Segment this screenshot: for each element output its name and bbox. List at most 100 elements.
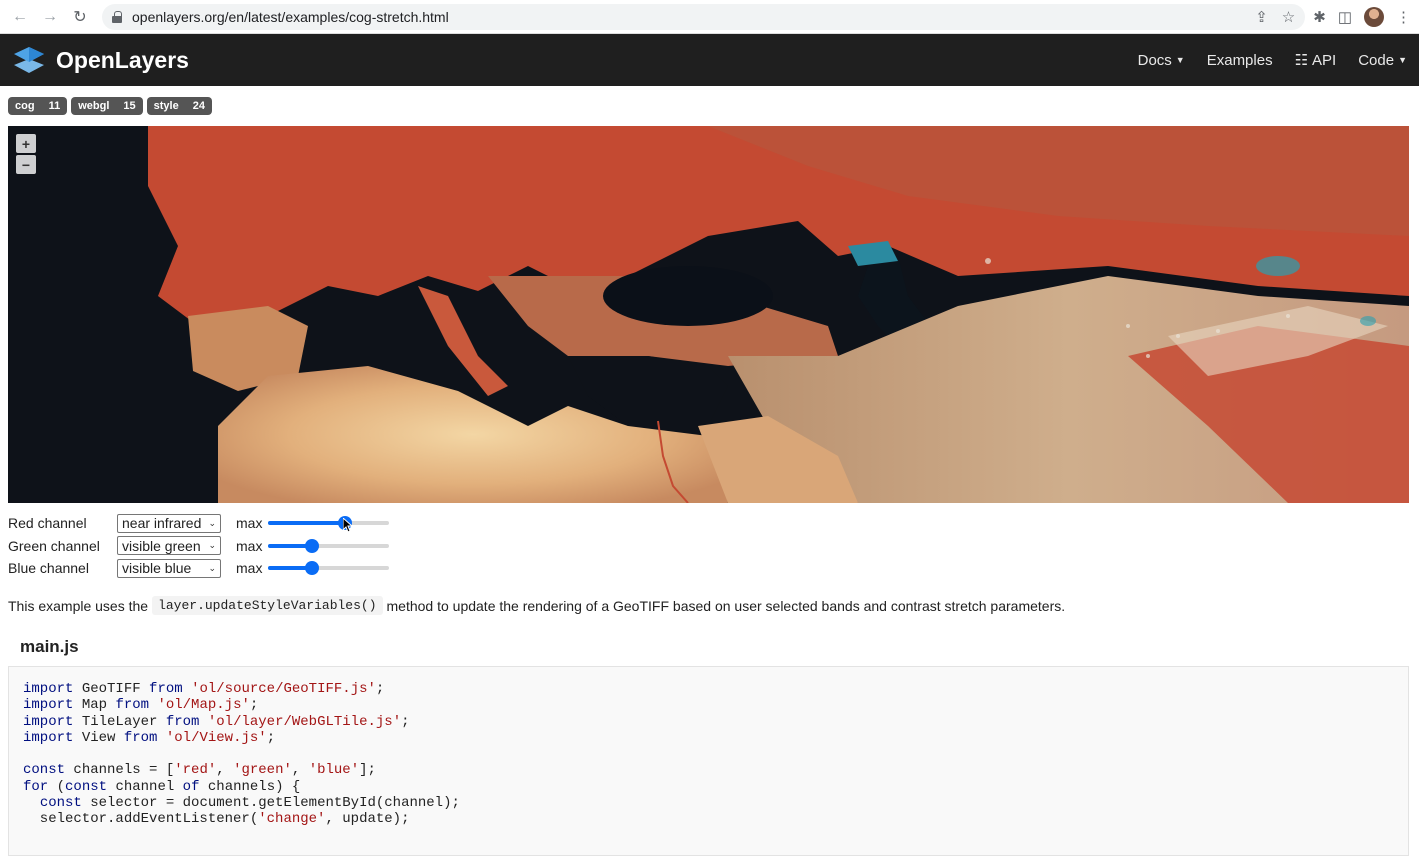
- tag-style[interactable]: style 24: [146, 97, 212, 115]
- mouse-cursor-icon: [343, 518, 353, 533]
- map-viewport[interactable]: + −: [8, 126, 1409, 503]
- lock-icon: [112, 10, 122, 23]
- code-line: import GeoTIFF from 'ol/source/GeoTIFF.j…: [23, 681, 1394, 697]
- blue-channel-select[interactable]: visible blue ⌄: [117, 558, 221, 578]
- code-keyword: from: [115, 697, 150, 714]
- green-max-slider[interactable]: [268, 538, 389, 554]
- code-text: , update);: [325, 811, 410, 828]
- blue-channel-row: Blue channel visible blue ⌄ max: [8, 557, 389, 580]
- code-keyword: from: [149, 681, 183, 697]
- code-string: 'red': [174, 762, 217, 779]
- blue-channel-label: Blue channel: [8, 560, 89, 577]
- browser-toolbar: ← → ↻ openlayers.org/en/latest/examples/…: [0, 0, 1419, 34]
- code-text: channels = [: [65, 762, 175, 779]
- code-keyword: import: [23, 681, 74, 697]
- code-text: ];: [359, 762, 376, 779]
- red-max-slider[interactable]: [268, 515, 389, 531]
- green-channel-select[interactable]: visible green ⌄: [117, 536, 221, 556]
- caret-down-icon: ▼: [1398, 55, 1407, 65]
- tag-count: 11: [48, 100, 61, 112]
- code-text: (: [48, 778, 66, 795]
- code-filename: main.js: [20, 637, 79, 656]
- code-line: const channels = ['red', 'green', 'blue'…: [23, 762, 1394, 778]
- forward-icon[interactable]: →: [38, 5, 62, 29]
- select-value: near infrared: [122, 515, 202, 532]
- blue-max-slider[interactable]: [268, 560, 389, 576]
- code-keyword: from: [165, 713, 200, 730]
- code-text: View: [73, 729, 124, 746]
- red-channel-row: Red channel near infrared ⌄ max: [8, 512, 389, 535]
- nav-api-label: API: [1312, 51, 1337, 69]
- tag-webgl[interactable]: webgl 15: [71, 97, 143, 115]
- tag-list: cog 11 webgl 15 style 24: [0, 86, 1419, 126]
- code-keyword: const: [65, 778, 108, 795]
- chevron-down-icon: ⌄: [208, 517, 216, 528]
- code-line: import Map from 'ol/Map.js';: [23, 697, 1394, 713]
- extensions-icon[interactable]: ✱: [1313, 8, 1326, 26]
- tag-label: webgl: [78, 100, 110, 112]
- address-bar[interactable]: openlayers.org/en/latest/examples/cog-st…: [102, 3, 1306, 30]
- code-string: 'change': [258, 811, 326, 828]
- code-text: TileLayer: [73, 713, 166, 730]
- tag-cog[interactable]: cog 11: [8, 97, 68, 115]
- browser-menu-icon[interactable]: ⋮: [1396, 8, 1411, 26]
- brand-logo[interactable]: OpenLayers: [12, 45, 189, 75]
- code-keyword: import: [23, 697, 74, 714]
- chevron-down-icon: ⌄: [208, 562, 216, 573]
- code-text: ;: [375, 681, 385, 697]
- select-value: visible green: [122, 537, 201, 554]
- tag-count: 15: [123, 100, 136, 112]
- slider-thumb[interactable]: [305, 538, 320, 553]
- code-text: Map: [73, 697, 116, 714]
- nav-docs[interactable]: Docs ▼: [1138, 52, 1185, 69]
- code-keyword: of: [182, 778, 200, 795]
- channel-controls: Red channel near infrared ⌄ max Green cha…: [8, 512, 389, 580]
- max-label: max: [236, 515, 263, 532]
- slider-fill: [268, 521, 345, 526]
- code-line: selector.addEventListener('change', upda…: [23, 811, 1394, 827]
- nav-code[interactable]: Code ▼: [1358, 52, 1407, 69]
- code-line: const selector = document.getElementById…: [23, 795, 1394, 811]
- code-block[interactable]: import GeoTIFF from 'ol/source/GeoTIFF.j…: [8, 666, 1409, 856]
- code-keyword: from: [123, 729, 158, 746]
- zoom-control: + −: [16, 134, 36, 174]
- code-text: selector = document.getElementById(chann…: [81, 795, 460, 812]
- red-channel-select[interactable]: near infrared ⌄: [117, 513, 221, 533]
- side-panel-icon[interactable]: ◫: [1338, 8, 1352, 26]
- code-keyword: const: [39, 795, 82, 812]
- nav-examples[interactable]: Examples: [1207, 52, 1273, 69]
- code-text: channels) {: [199, 778, 301, 795]
- max-label: max: [236, 537, 263, 554]
- zoom-out-button[interactable]: −: [16, 155, 36, 174]
- tag-label: style: [153, 100, 179, 112]
- code-string: 'ol/View.js': [165, 729, 267, 746]
- back-icon[interactable]: ←: [8, 5, 32, 29]
- bookmark-star-icon[interactable]: ☆: [1282, 8, 1295, 26]
- tag-label: cog: [15, 100, 35, 112]
- red-channel-label: Red channel: [8, 515, 87, 532]
- code-text: ;: [249, 697, 259, 714]
- zoom-in-button[interactable]: +: [16, 134, 36, 153]
- share-icon[interactable]: ⇪: [1255, 8, 1268, 26]
- nav-examples-label: Examples: [1206, 51, 1273, 69]
- tag-count: 24: [192, 100, 205, 112]
- satellite-imagery: [8, 126, 1409, 503]
- code-keyword: import: [23, 729, 74, 746]
- brand-name: OpenLayers: [56, 46, 189, 73]
- slider-thumb[interactable]: [305, 561, 320, 576]
- code-line: import View from 'ol/View.js';: [23, 730, 1394, 746]
- green-channel-label: Green channel: [8, 537, 100, 554]
- site-header: OpenLayers Docs ▼ Examples ☷ API Code ▼: [0, 34, 1419, 86]
- nav-docs-label: Docs: [1137, 51, 1172, 69]
- reload-icon[interactable]: ↻: [68, 5, 92, 29]
- code-line: for (const channel of channels) {: [23, 779, 1394, 795]
- sitemap-icon: ☷: [1294, 52, 1309, 69]
- nav-api[interactable]: ☷ API: [1294, 51, 1337, 70]
- code-keyword: import: [23, 713, 74, 730]
- chevron-down-icon: ⌄: [208, 540, 216, 551]
- profile-avatar[interactable]: [1364, 6, 1384, 27]
